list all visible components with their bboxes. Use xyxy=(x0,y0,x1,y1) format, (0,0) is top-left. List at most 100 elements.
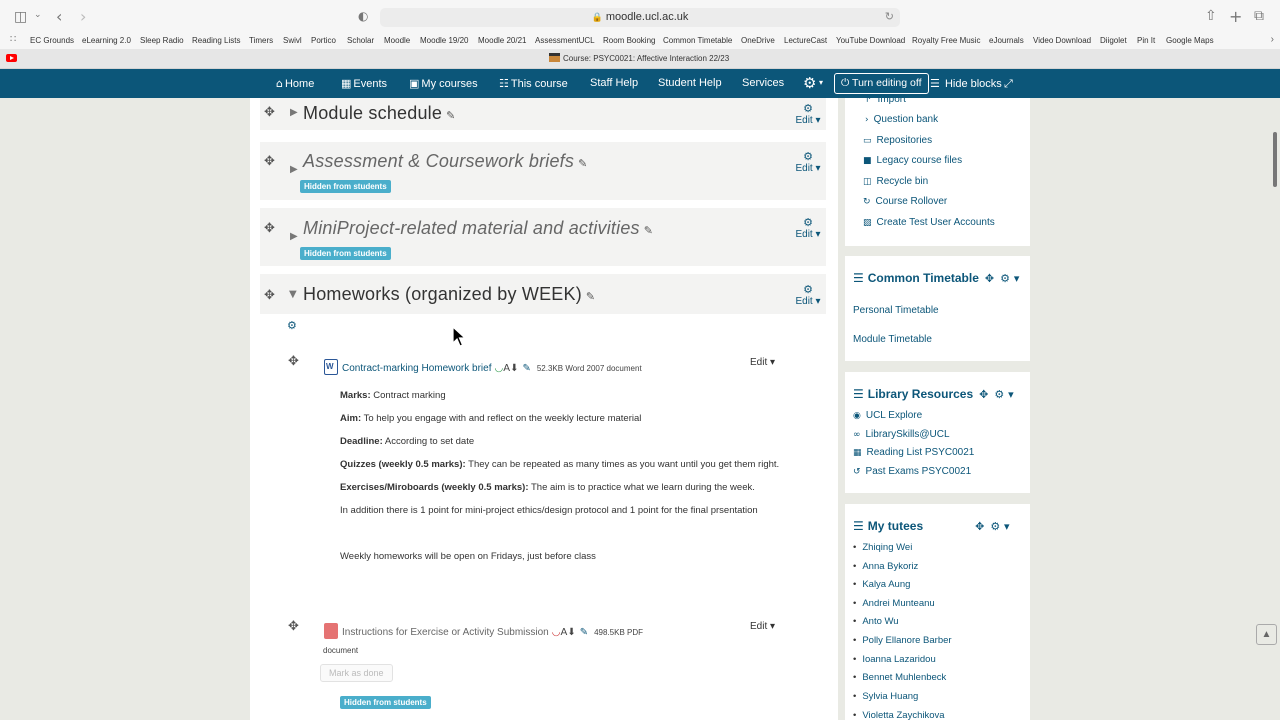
section-title[interactable]: Module schedule ✎ xyxy=(303,103,456,124)
forward-icon[interactable]: › xyxy=(80,7,86,26)
activity-edit-menu[interactable]: Edit ▾ xyxy=(750,357,775,368)
bookmark[interactable]: Room Booking xyxy=(603,36,655,45)
move-block-icon[interactable]: ✥ xyxy=(985,272,994,285)
bookmark[interactable]: Sleep Radio xyxy=(140,36,184,45)
personal-timetable-link[interactable]: Personal Timetable xyxy=(853,305,939,316)
admin-item-repositories[interactable]: ▭ Repositories xyxy=(863,135,932,146)
bookmark[interactable]: Moodle xyxy=(384,36,410,45)
tutee-link[interactable]: Zhiqing Wei xyxy=(853,542,912,553)
bookmark[interactable]: Video Download xyxy=(1033,36,1091,45)
turn-editing-off-button[interactable]: ⏻ Turn editing off xyxy=(834,73,929,94)
block-settings-icon[interactable]: ⚙ ▾ xyxy=(1000,272,1019,285)
tutee-link[interactable]: Bennet Muhlenbeck xyxy=(853,672,946,683)
hamburger-icon[interactable]: ☰ xyxy=(853,519,864,533)
activity-instructions[interactable]: Instructions for Exercise or Activity Su… xyxy=(324,623,643,639)
grid-icon[interactable]: ∷ xyxy=(10,34,16,45)
move-block-icon[interactable]: ✥ xyxy=(979,388,988,401)
pencil-icon[interactable]: ✎ xyxy=(644,224,653,237)
bookmark[interactable]: OneDrive xyxy=(741,36,775,45)
bookmark[interactable]: Scholar xyxy=(347,36,374,45)
tutee-link[interactable]: Kalya Aung xyxy=(853,579,910,590)
tutee-link[interactable]: Polly Ellanore Barber xyxy=(853,635,951,646)
admin-item-import[interactable]: ↱ Import xyxy=(865,94,906,105)
bookmark[interactable]: Pin It xyxy=(1137,36,1155,45)
privacy-shield-icon[interactable]: ◐ xyxy=(358,9,368,23)
mark-as-done-button[interactable]: Mark as done xyxy=(320,664,393,682)
admin-item-question-bank[interactable]: › Question bank xyxy=(865,114,938,125)
section-title[interactable]: Assessment & Coursework briefs ✎ xyxy=(303,151,588,172)
bookmark[interactable]: YouTube Download xyxy=(836,36,905,45)
chevron-down-icon[interactable]: ⌄ xyxy=(34,10,42,20)
nav-home[interactable]: ⌂ Home xyxy=(276,77,314,90)
section-title[interactable]: Homeworks (organized by WEEK) ✎ xyxy=(303,284,595,305)
nav-my-courses[interactable]: ▣ My courses xyxy=(409,77,478,90)
address-bar[interactable]: 🔒 moodle.ucl.ac.uk ↻ xyxy=(380,8,900,27)
library-link-reading-list[interactable]: ▦ Reading List PSYC0021 xyxy=(853,447,974,458)
page-scrollbar[interactable] xyxy=(1273,132,1277,187)
bookmark[interactable]: Common Timetable xyxy=(663,36,732,45)
active-tab[interactable]: Course: PSYC0021: Affective Interaction … xyxy=(549,53,729,63)
expand-triangle-icon[interactable]: ▶ xyxy=(290,231,298,242)
nav-services[interactable]: Services xyxy=(742,77,784,89)
hide-blocks-button[interactable]: ☰ Hide blocks xyxy=(930,77,1002,90)
block-settings-icon[interactable]: ⚙ ▾ xyxy=(990,520,1009,533)
tutee-link[interactable]: Violetta Zaychikova xyxy=(853,710,944,720)
back-to-top-button[interactable]: ▲ xyxy=(1256,624,1277,645)
bookmark[interactable]: LectureCast xyxy=(784,36,827,45)
bookmark[interactable]: eJournals xyxy=(989,36,1024,45)
expand-triangle-icon[interactable]: ▶ xyxy=(290,107,298,118)
hamburger-icon[interactable]: ☰ xyxy=(853,387,864,401)
section-title[interactable]: MiniProject-related material and activit… xyxy=(303,218,653,239)
pencil-icon[interactable]: ✎ xyxy=(578,157,587,170)
bookmark[interactable]: Google Maps xyxy=(1166,36,1214,45)
section-edit-menu[interactable]: ⚙ Edit ▾ xyxy=(793,216,823,240)
collapse-triangle-icon[interactable]: ▼ xyxy=(289,289,297,300)
tutee-link[interactable]: Sylvia Huang xyxy=(853,691,918,702)
block-settings-icon[interactable]: ⚙ ▾ xyxy=(994,388,1013,401)
bookmark[interactable]: Diigolet xyxy=(1100,36,1127,45)
pencil-icon[interactable]: ✎ xyxy=(446,109,455,122)
admin-item-test-accounts[interactable]: ▨ Create Test User Accounts xyxy=(863,217,995,228)
move-icon[interactable]: ✥ xyxy=(264,221,275,236)
section-edit-menu[interactable]: ⚙ Edit ▾ xyxy=(793,283,823,307)
youtube-tab-icon[interactable] xyxy=(6,54,17,62)
completion-icon[interactable]: ◡ xyxy=(495,363,504,374)
admin-item-legacy-files[interactable]: ■ Legacy course files xyxy=(863,155,962,166)
bookmark[interactable]: Royalty Free Music xyxy=(912,36,980,45)
reload-icon[interactable]: ↻ xyxy=(885,8,894,27)
new-tab-icon[interactable]: + xyxy=(1229,7,1242,26)
share-icon[interactable]: ⇧ xyxy=(1205,8,1217,24)
move-block-icon[interactable]: ✥ xyxy=(975,520,984,533)
bookmark[interactable]: Reading Lists xyxy=(192,36,240,45)
move-icon[interactable]: ✥ xyxy=(288,619,299,634)
bookmark[interactable]: Portico xyxy=(311,36,336,45)
admin-item-course-rollover[interactable]: ↻ Course Rollover xyxy=(863,196,947,207)
move-icon[interactable]: ✥ xyxy=(288,354,299,369)
expand-triangle-icon[interactable]: ▶ xyxy=(290,164,298,175)
bookmark[interactable]: Swivl xyxy=(283,36,302,45)
nav-student-help[interactable]: Student Help xyxy=(658,77,722,89)
tutee-link[interactable]: Ioanna Lazaridou xyxy=(853,654,935,665)
tutee-link[interactable]: Anna Bykoriz xyxy=(853,561,918,572)
back-icon[interactable]: ‹ xyxy=(56,7,62,26)
bookmark[interactable]: Timers xyxy=(249,36,273,45)
text-download-icon[interactable]: A⬇ xyxy=(560,627,575,638)
move-icon[interactable]: ✥ xyxy=(264,288,275,303)
bookmark[interactable]: Moodle 19/20 xyxy=(420,36,468,45)
pencil-icon[interactable]: ✎ xyxy=(522,363,530,374)
tutee-link[interactable]: Andrei Munteanu xyxy=(853,598,934,609)
section-edit-menu[interactable]: ⚙ Edit ▾ xyxy=(793,150,823,174)
activity-edit-menu[interactable]: Edit ▾ xyxy=(750,621,775,632)
bookmark[interactable]: AssessmentUCL xyxy=(535,36,595,45)
move-icon[interactable]: ✥ xyxy=(264,105,275,120)
bookmark[interactable]: EC Grounds xyxy=(30,36,74,45)
chevron-right-icon[interactable]: › xyxy=(1271,34,1274,45)
section-edit-menu[interactable]: ⚙ Edit ▾ xyxy=(793,102,823,126)
library-link-ucl-explore[interactable]: ◉ UCL Explore xyxy=(853,410,922,421)
nav-events[interactable]: ▦ Events xyxy=(341,77,387,90)
activity-contract-marking[interactable]: Contract-marking Homework brief◡A⬇ ✎ 52.3K… xyxy=(324,359,642,375)
move-icon[interactable]: ✥ xyxy=(264,154,275,169)
pencil-icon[interactable]: ✎ xyxy=(586,290,595,303)
tutee-link[interactable]: Anto Wu xyxy=(853,616,898,627)
sidebar-toggle-icon[interactable]: ◫ xyxy=(14,9,27,25)
